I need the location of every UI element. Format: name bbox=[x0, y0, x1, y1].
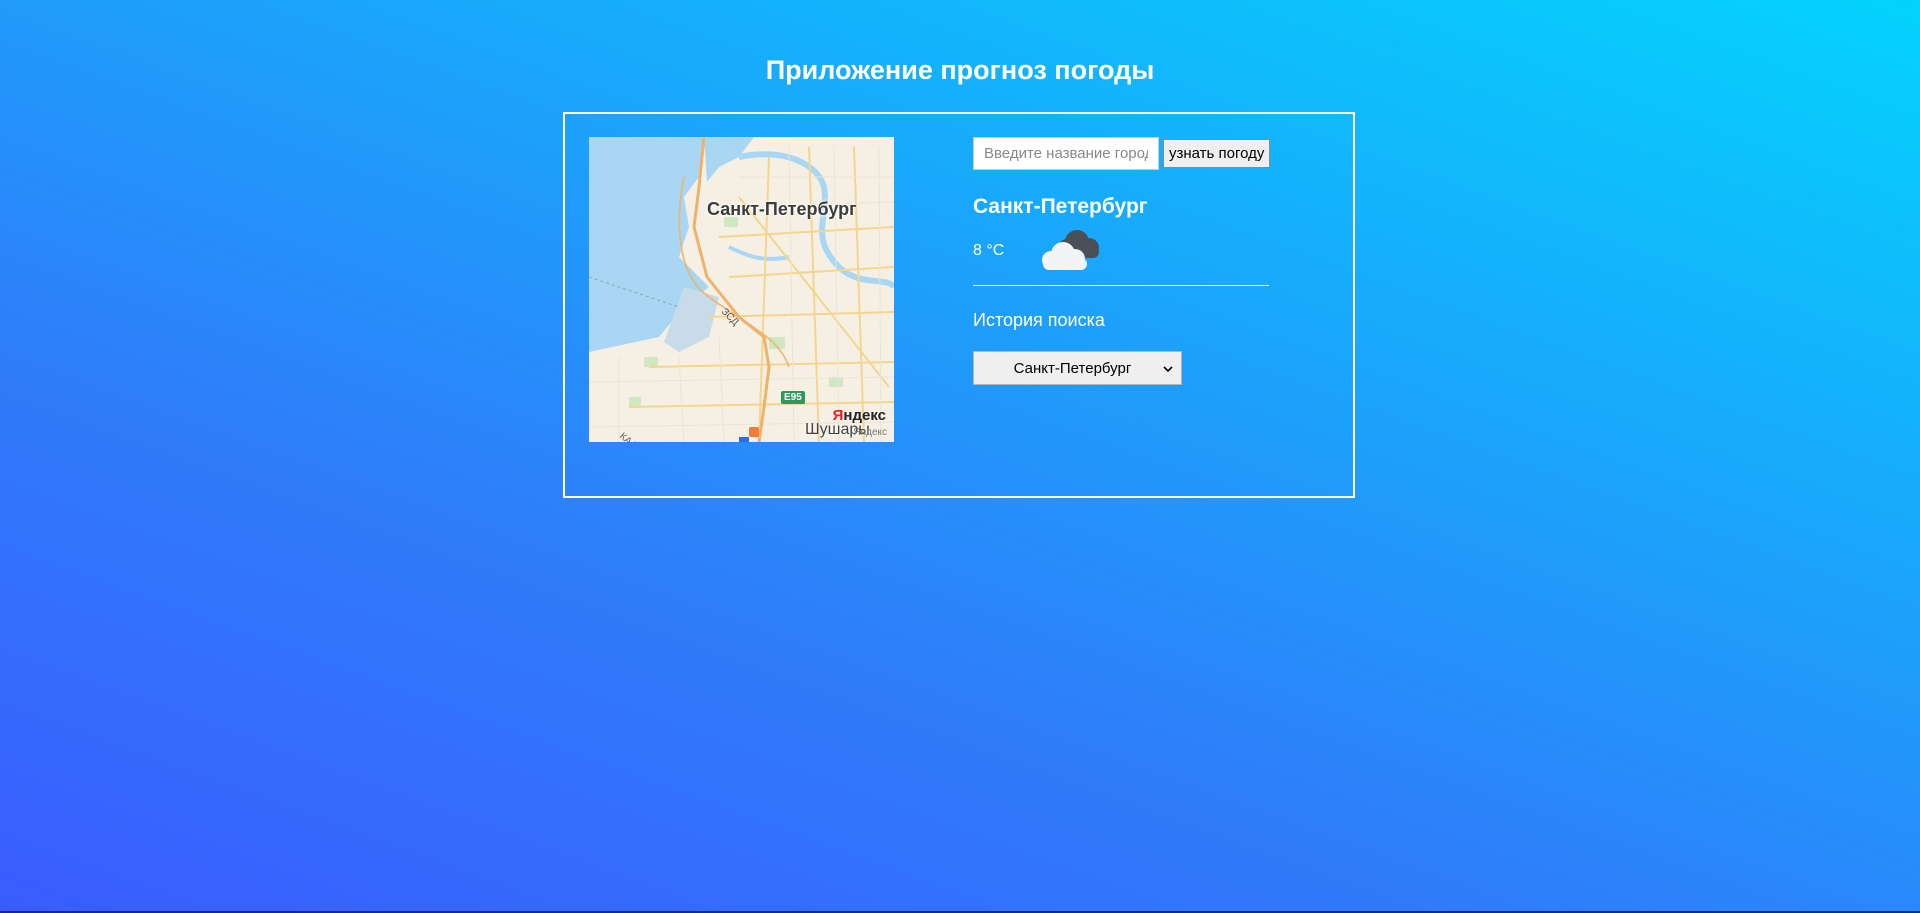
history-label: История поиска bbox=[973, 310, 1105, 330]
city-map[interactable]: ЗСД КАД Санкт-Петербург E95 Шушары Яндек… bbox=[589, 137, 894, 442]
page-title: Приложение прогноз погоды bbox=[765, 55, 1155, 85]
map-logo: Яндекс bbox=[832, 407, 886, 424]
temperature-row: 8 °C bbox=[973, 225, 1273, 277]
map-graphic: ЗСД КАД bbox=[589, 137, 894, 442]
temperature: 8 °C bbox=[973, 242, 1005, 259]
map-logo-small: Яндекс bbox=[853, 427, 887, 438]
chevron-down-icon bbox=[1163, 360, 1173, 377]
map-city-label: Санкт-Петербург bbox=[707, 199, 857, 219]
road-badge: E95 bbox=[781, 391, 805, 404]
weather-info: узнать погоду Санкт-Петербург 8 °C bbox=[973, 137, 1273, 385]
history-selected-value: Санкт-Петербург bbox=[1013, 359, 1132, 377]
cloudy-icon bbox=[1037, 226, 1105, 277]
search-row: узнать погоду bbox=[973, 137, 1273, 170]
city-search-input[interactable] bbox=[973, 137, 1159, 170]
divider bbox=[973, 285, 1269, 286]
get-weather-button[interactable]: узнать погоду bbox=[1163, 139, 1271, 168]
history-select[interactable]: Санкт-Петербург bbox=[973, 351, 1182, 385]
weather-panel: ЗСД КАД Санкт-Петербург E95 Шушары Яндек… bbox=[563, 112, 1355, 498]
weather-city-name: Санкт-Петербург bbox=[973, 195, 1148, 218]
